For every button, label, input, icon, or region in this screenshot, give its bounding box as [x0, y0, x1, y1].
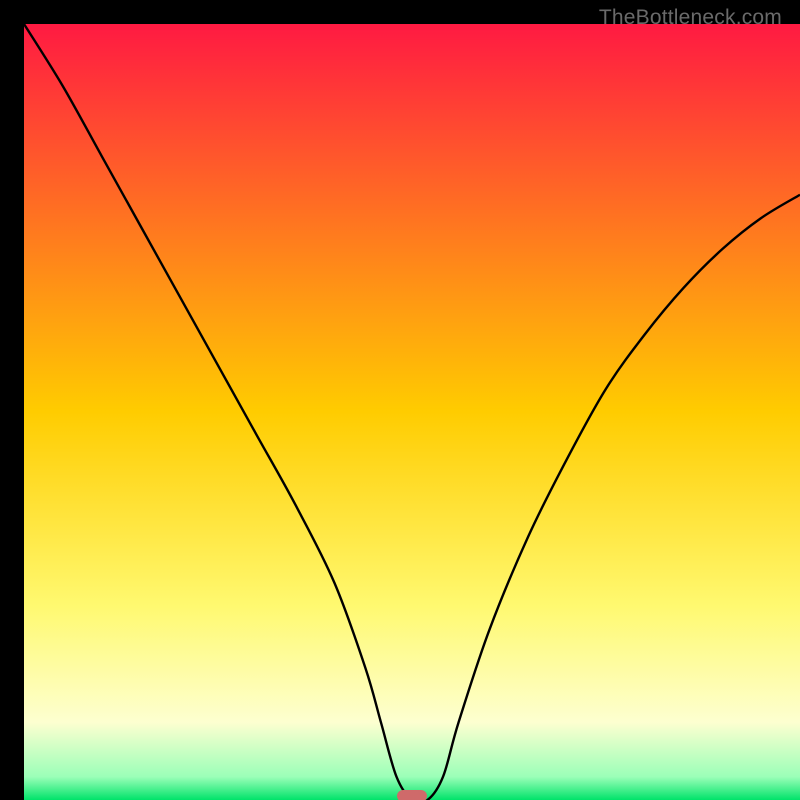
- chart-frame: [12, 12, 788, 788]
- watermark-text: TheBottleneck.com: [599, 6, 782, 30]
- gradient-background: [24, 24, 800, 800]
- optimum-marker: [397, 790, 427, 800]
- bottleneck-chart: [24, 24, 800, 800]
